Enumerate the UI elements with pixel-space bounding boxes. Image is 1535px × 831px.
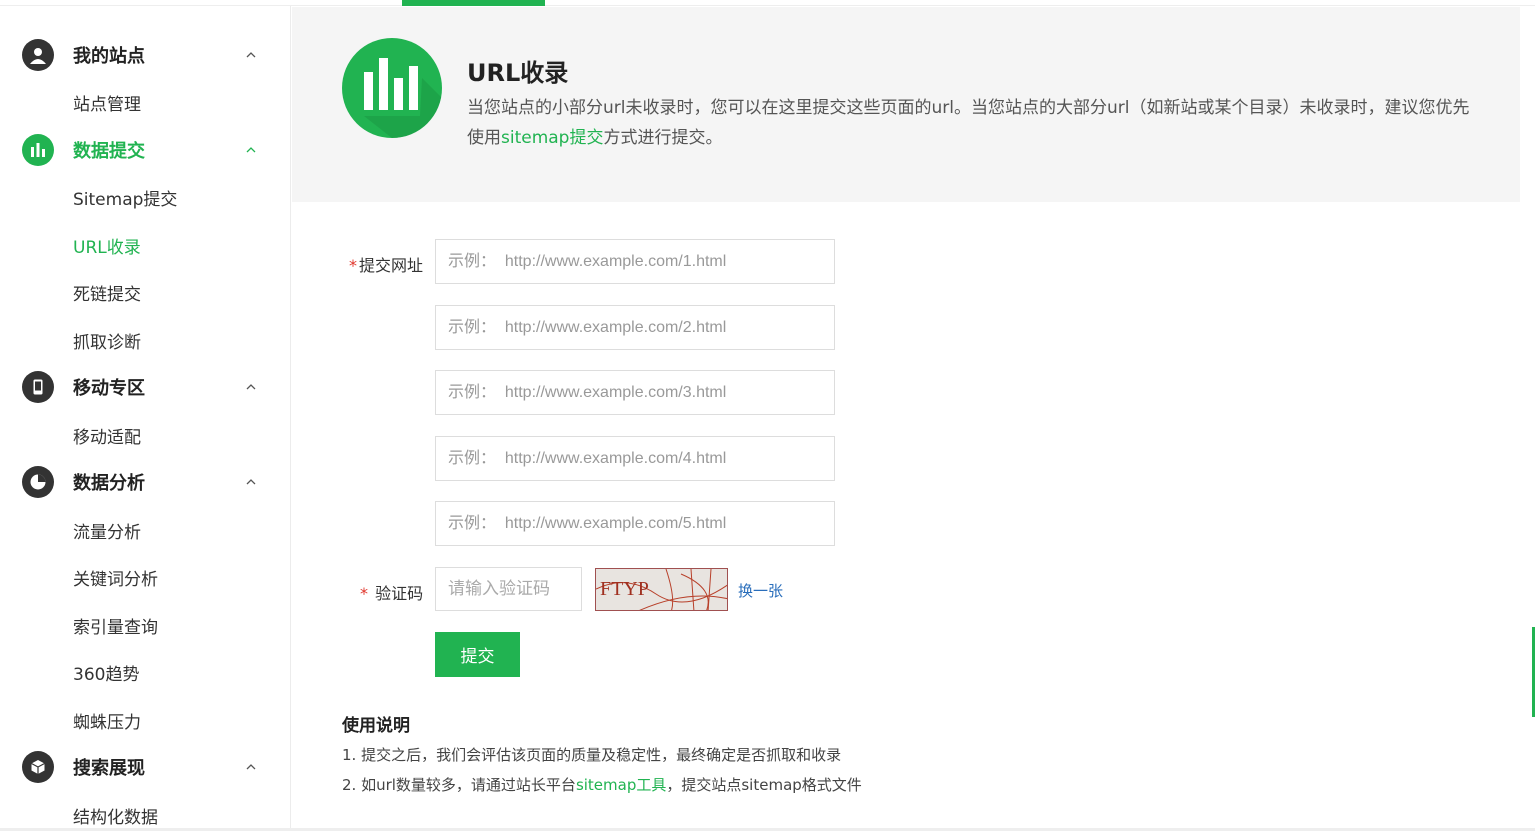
bar-chart-icon	[342, 38, 442, 138]
user-icon	[22, 39, 54, 71]
sidebar-group-label: 搜索展现	[73, 758, 145, 779]
chevron-up-icon[interactable]	[246, 762, 256, 772]
sidebar-group-search-display[interactable]: 搜索展现	[22, 750, 262, 784]
sidebar-item-mobile-adapt[interactable]: 移动适配	[73, 423, 141, 448]
sidebar: 我的站点 站点管理 数据提交 Sitemap提交 URL收录 死链提交 抓取诊断…	[0, 6, 291, 831]
bar-chart-icon	[22, 134, 54, 166]
sidebar-group-label: 数据分析	[73, 473, 145, 494]
chevron-up-icon[interactable]	[246, 50, 256, 60]
sidebar-item-spider-pressure[interactable]: 蜘蛛压力	[73, 708, 141, 733]
sidebar-item-index-query[interactable]: 索引量查询	[73, 613, 158, 638]
usage-line-1: 1. 提交之后，我们会评估该页面的质量及稳定性，最终确定是否抓取和收录	[342, 746, 842, 764]
chevron-up-icon[interactable]	[246, 145, 256, 155]
sidebar-item-structured-data[interactable]: 结构化数据	[73, 803, 158, 828]
desc-text: 方式进行提交。	[603, 128, 723, 148]
captcha-field-label: * 验证码	[360, 580, 423, 604]
mobile-icon	[22, 371, 54, 403]
url-field-label: * 提交网址	[349, 252, 423, 276]
sidebar-group-mobile[interactable]: 移动专区	[22, 370, 262, 404]
url-input-3[interactable]	[435, 370, 835, 415]
url-label-text: 提交网址	[359, 256, 424, 275]
url-input-4[interactable]	[435, 436, 835, 481]
captcha-image[interactable]: FTYP	[595, 568, 728, 611]
sidebar-group-my-sites[interactable]: 我的站点	[22, 38, 262, 72]
chevron-up-icon[interactable]	[246, 382, 256, 392]
refresh-captcha-link[interactable]: 换一张	[738, 580, 783, 601]
sidebar-item-crawl-diagnosis[interactable]: 抓取诊断	[73, 328, 141, 353]
required-mark: *	[349, 256, 357, 275]
page-description: 当您站点的小部分url未收录时，您可以在这里提交这些页面的url。当您站点的大部…	[467, 93, 1477, 153]
cube-icon	[22, 751, 54, 783]
sidebar-item-dead-link[interactable]: 死链提交	[73, 280, 141, 305]
captcha-label-text: 验证码	[375, 584, 424, 603]
sidebar-group-label: 数据提交	[73, 141, 145, 162]
submit-button[interactable]: 提交	[435, 632, 520, 677]
sidebar-group-label: 移动专区	[73, 378, 145, 399]
captcha-input[interactable]	[435, 567, 582, 611]
url-input-1[interactable]	[435, 239, 835, 284]
url-input-2[interactable]	[435, 305, 835, 350]
sitemap-tool-link[interactable]: sitemap工具	[576, 776, 666, 794]
usage-line-2: 2. 如url数量较多，请通过站长平台sitemap工具，提交站点sitemap…	[342, 774, 862, 795]
sidebar-group-label: 我的站点	[73, 46, 145, 67]
top-tab-indicator	[402, 0, 545, 6]
sidebar-item-sitemap-submit[interactable]: Sitemap提交	[73, 185, 177, 210]
page-title: URL收录	[467, 59, 569, 87]
usage-title: 使用说明	[342, 716, 410, 736]
sidebar-item-keyword-analysis[interactable]: 关键词分析	[73, 565, 158, 590]
usage-text: 2. 如url数量较多，请通过站长平台	[342, 776, 576, 794]
page-header: URL收录 当您站点的小部分url未收录时，您可以在这里提交这些页面的url。当…	[292, 7, 1520, 202]
url-input-5[interactable]	[435, 501, 835, 546]
captcha-text: FTYP	[600, 578, 649, 600]
sidebar-item-url-submit[interactable]: URL收录	[73, 233, 141, 258]
usage-text: ，提交站点sitemap格式文件	[666, 776, 862, 794]
sidebar-item-360-trend[interactable]: 360趋势	[73, 660, 139, 685]
required-mark: *	[360, 584, 368, 603]
sitemap-submit-link[interactable]: sitemap提交	[501, 128, 603, 148]
sidebar-item-traffic-analysis[interactable]: 流量分析	[73, 518, 141, 543]
sidebar-group-data-analysis[interactable]: 数据分析	[22, 465, 262, 499]
chevron-up-icon[interactable]	[246, 477, 256, 487]
sidebar-group-data-submit[interactable]: 数据提交	[22, 133, 262, 167]
sidebar-item-site-management[interactable]: 站点管理	[73, 90, 141, 115]
pie-chart-icon	[22, 466, 54, 498]
